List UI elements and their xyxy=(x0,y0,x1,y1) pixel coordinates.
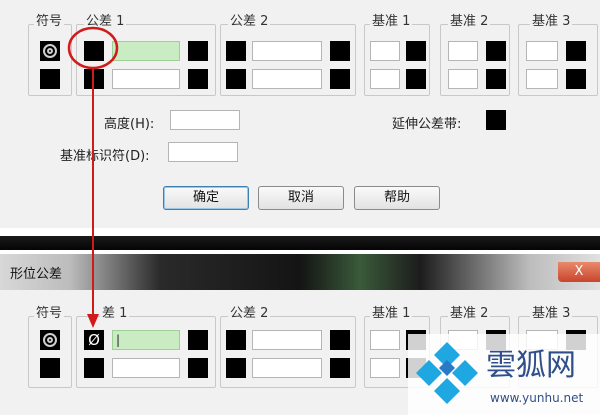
screenshot-separator-dark xyxy=(0,236,600,250)
tolerance2-material-condition-b[interactable] xyxy=(330,330,350,350)
tolerance2-value-input[interactable] xyxy=(252,41,322,61)
tolerance1-diameter-toggle-row2[interactable] xyxy=(84,69,104,89)
datum2-material-condition[interactable] xyxy=(486,41,506,61)
tolerance2-diameter-toggle-row2[interactable] xyxy=(226,69,246,89)
tolerance1-label-b: 差 1 xyxy=(100,302,130,321)
tolerance1-diameter-toggle-row2-b[interactable] xyxy=(84,358,104,378)
datum1-input[interactable] xyxy=(370,41,400,61)
datum3-input[interactable] xyxy=(526,41,558,61)
projected-tolerance-zone-label: 延伸公差带: xyxy=(392,117,462,132)
datum1-material-condition-row2[interactable] xyxy=(406,69,426,89)
datum3-input-row2[interactable] xyxy=(526,69,558,89)
watermark-url: www.yunhu.net xyxy=(490,391,584,405)
datum1-input-row2[interactable] xyxy=(370,69,400,89)
symbol-label: 符号 xyxy=(34,10,65,29)
tolerance2-material-condition-row2[interactable] xyxy=(330,69,350,89)
yunhu-logo-icon xyxy=(416,342,478,404)
tolerance2-label: 公差 2 xyxy=(228,10,271,29)
tolerance1-label: 公差 1 xyxy=(84,10,127,29)
symbol-slot-row2-b[interactable] xyxy=(40,358,60,378)
tolerance2-value-input-row2[interactable] xyxy=(252,69,322,89)
datum3-label-b: 基准 3 xyxy=(530,302,573,321)
dialog-title: 形位公差 xyxy=(10,267,63,282)
cancel-button[interactable]: 取消 xyxy=(258,186,344,210)
help-button[interactable]: 帮助 xyxy=(354,186,440,210)
tolerance1-diameter-toggle[interactable] xyxy=(84,41,104,61)
diameter-symbol: Ø xyxy=(88,331,100,349)
tolerance1-material-condition-b[interactable] xyxy=(188,330,208,350)
datum2-label: 基准 2 xyxy=(448,10,491,29)
datum1-input-b[interactable] xyxy=(370,330,400,350)
diameter-toggle-icon[interactable]: Ø xyxy=(84,330,104,350)
tolerance2-material-condition[interactable] xyxy=(330,41,350,61)
height-label: 高度(H): xyxy=(104,117,155,132)
tolerance2-value-input-b[interactable] xyxy=(252,330,322,350)
ok-button[interactable]: 确定 xyxy=(163,186,249,210)
datum3-material-condition-row2[interactable] xyxy=(566,69,586,89)
tolerance2-diameter-toggle-b[interactable] xyxy=(226,330,246,350)
symbol-slot-row2[interactable] xyxy=(40,69,60,89)
datum2-input[interactable] xyxy=(448,41,478,61)
dialog-title-bar[interactable]: 形位公差 xyxy=(0,254,600,290)
tolerance2-label-b: 公差 2 xyxy=(228,302,271,321)
datum1-label-b: 基准 1 xyxy=(370,302,413,321)
tolerance1-material-condition-row2-b[interactable] xyxy=(188,358,208,378)
tolerance1-value-input-b[interactable]: | xyxy=(112,330,180,350)
position-symbol-icon[interactable] xyxy=(40,41,60,61)
datum1-input-row2-b[interactable] xyxy=(370,358,400,378)
watermark-brand: 雲狐网 xyxy=(486,348,576,383)
tolerance2-material-condition-row2-b[interactable] xyxy=(330,358,350,378)
projected-tolerance-zone-toggle[interactable] xyxy=(486,110,506,130)
tolerance1-value-input[interactable] xyxy=(112,41,180,61)
datum2-input-row2[interactable] xyxy=(448,69,478,89)
tolerance1-value-input-row2[interactable] xyxy=(112,69,180,89)
tolerance1-material-condition[interactable] xyxy=(188,41,208,61)
tolerance1-value-input-row2-b[interactable] xyxy=(112,358,180,378)
datum2-label-b: 基准 2 xyxy=(448,302,491,321)
datum1-material-condition[interactable] xyxy=(406,41,426,61)
datum3-label: 基准 3 xyxy=(530,10,573,29)
datum-identifier-input[interactable] xyxy=(168,142,238,162)
watermark: 雲狐网 www.yunhu.net xyxy=(408,334,600,415)
tolerance2-diameter-toggle[interactable] xyxy=(226,41,246,61)
datum3-material-condition[interactable] xyxy=(566,41,586,61)
geometric-tolerance-dialog-top: 符号 公差 1 公差 2 基准 1 基准 2 基准 3 高度(H): 基准标识符… xyxy=(0,0,600,228)
datum2-material-condition-row2[interactable] xyxy=(486,69,506,89)
datum-identifier-label: 基准标识符(D): xyxy=(60,149,150,164)
symbol-label-b: 符号 xyxy=(34,302,65,321)
tolerance2-value-input-row2-b[interactable] xyxy=(252,358,322,378)
datum1-label: 基准 1 xyxy=(370,10,413,29)
tolerance1-material-condition-row2[interactable] xyxy=(188,69,208,89)
tolerance2-diameter-toggle-row2-b[interactable] xyxy=(226,358,246,378)
close-icon[interactable]: X xyxy=(558,262,600,282)
height-input[interactable] xyxy=(170,110,240,130)
position-symbol-icon-b[interactable] xyxy=(40,330,60,350)
